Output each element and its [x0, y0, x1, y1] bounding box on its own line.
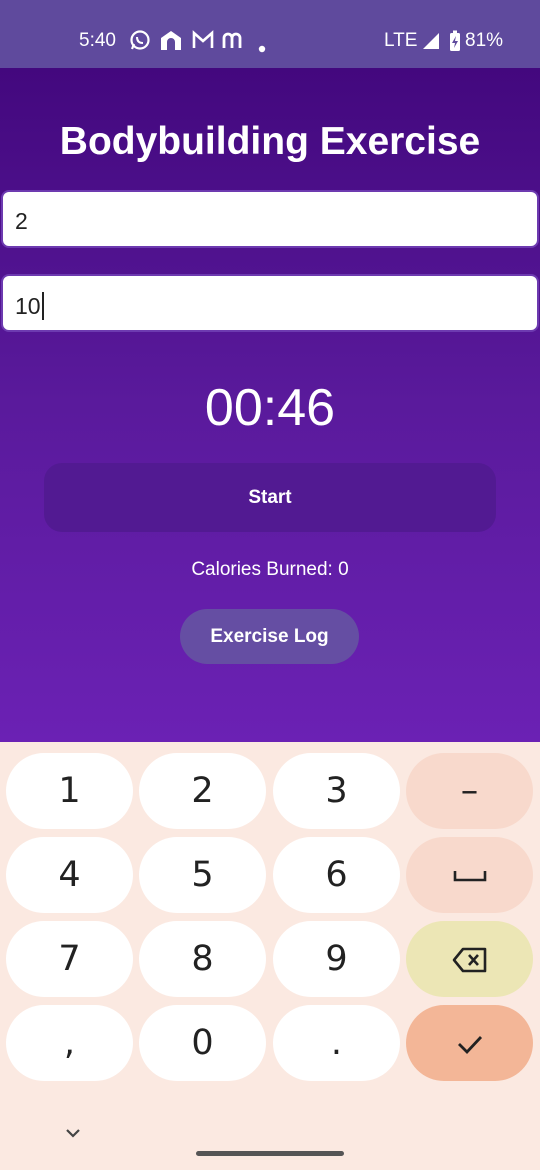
status-time: 5:40: [79, 30, 116, 51]
m-app-icon: [221, 29, 245, 57]
key-1[interactable]: 1: [6, 753, 133, 829]
key-6[interactable]: 6: [273, 837, 400, 913]
signal-icon: [422, 32, 440, 56]
whatsapp-icon: [129, 29, 151, 57]
reps-input[interactable]: 10: [1, 274, 539, 332]
status-bar: 5:40 LTE 81%: [0, 0, 540, 68]
checkmark-icon: [457, 1036, 482, 1055]
key-8[interactable]: 8: [139, 921, 266, 997]
page-title: Bodybuilding Exercise: [59, 120, 481, 163]
key-2[interactable]: 2: [139, 753, 266, 829]
key-7[interactable]: 7: [6, 921, 133, 997]
backspace-icon: [452, 947, 486, 973]
reps-input-value: 10: [15, 293, 41, 319]
key-5[interactable]: 5: [139, 837, 266, 913]
home-gesture-bar[interactable]: [196, 1151, 344, 1156]
key-period[interactable]: .: [273, 1005, 400, 1081]
key-4[interactable]: 4: [6, 837, 133, 913]
exercise-log-button[interactable]: Exercise Log: [180, 609, 359, 664]
network-type: LTE: [384, 30, 418, 51]
chevron-down-icon[interactable]: [64, 1126, 82, 1144]
app-screen: Bodybuilding Exercise 2 10 00:46 Start C…: [0, 68, 540, 742]
key-space[interactable]: [406, 837, 533, 913]
key-9[interactable]: 9: [273, 921, 400, 997]
sets-input[interactable]: 2: [1, 190, 539, 248]
battery-percent: 81%: [465, 30, 504, 51]
gmail-icon: [191, 29, 215, 57]
dot-icon: [258, 37, 266, 59]
key-0[interactable]: 0: [139, 1005, 266, 1081]
key-3[interactable]: 3: [273, 753, 400, 829]
timer-display: 00:46: [204, 379, 336, 437]
key-done[interactable]: [406, 1005, 533, 1081]
key-comma[interactable]: ,: [6, 1005, 133, 1081]
numeric-keyboard: 1 2 3 – 4 5 6 7 8 9 , 0 .: [0, 742, 540, 1170]
key-minus[interactable]: –: [406, 753, 533, 829]
calories-burned-text: Calories Burned: 0: [191, 559, 349, 580]
sets-input-value: 2: [15, 208, 28, 234]
battery-icon: [449, 30, 461, 58]
space-icon: [453, 871, 486, 882]
home-app-icon: [159, 29, 183, 57]
start-button[interactable]: Start: [44, 463, 496, 532]
text-caret: [41, 292, 44, 320]
key-backspace[interactable]: [406, 921, 533, 997]
